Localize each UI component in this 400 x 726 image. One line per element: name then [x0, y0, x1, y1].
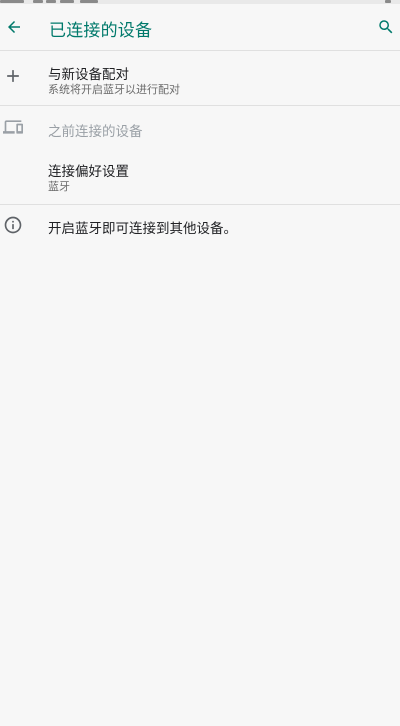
connection-preferences-title: 连接偏好设置 — [48, 164, 129, 180]
page-title: 已连接的设备 — [49, 21, 153, 41]
info-text: 开启蓝牙即可连接到其他设备。 — [48, 221, 237, 237]
pair-new-device-title: 与新设备配对 — [48, 67, 129, 83]
app-bar: 已连接的设备 — [0, 4, 400, 51]
connection-preferences-subtitle: 蓝牙 — [48, 180, 70, 193]
pair-new-device-subtitle: 系统将开启蓝牙以进行配对 — [48, 83, 180, 96]
connection-preferences-item[interactable]: 连接偏好设置 蓝牙 — [0, 150, 400, 204]
status-indicator — [46, 0, 56, 3]
status-indicator — [60, 0, 74, 3]
previously-connected-devices-title: 之前连接的设备 — [48, 124, 143, 140]
back-arrow-icon — [8, 21, 20, 33]
search-button[interactable] — [372, 13, 400, 41]
info-icon — [4, 216, 22, 234]
status-indicator — [80, 0, 98, 3]
info-footer: 开启蓝牙即可连接到其他设备。 — [0, 205, 400, 245]
back-button[interactable] — [0, 13, 28, 41]
search-icon — [379, 20, 393, 34]
status-indicator — [385, 0, 391, 3]
previously-connected-devices-item[interactable]: 之前连接的设备 — [0, 106, 400, 148]
devices-icon — [3, 120, 23, 134]
status-indicator — [0, 0, 24, 3]
status-indicator — [33, 0, 43, 3]
pair-new-device-item[interactable]: 与新设备配对 系统将开启蓝牙以进行配对 — [0, 51, 400, 105]
plus-icon — [7, 70, 19, 82]
